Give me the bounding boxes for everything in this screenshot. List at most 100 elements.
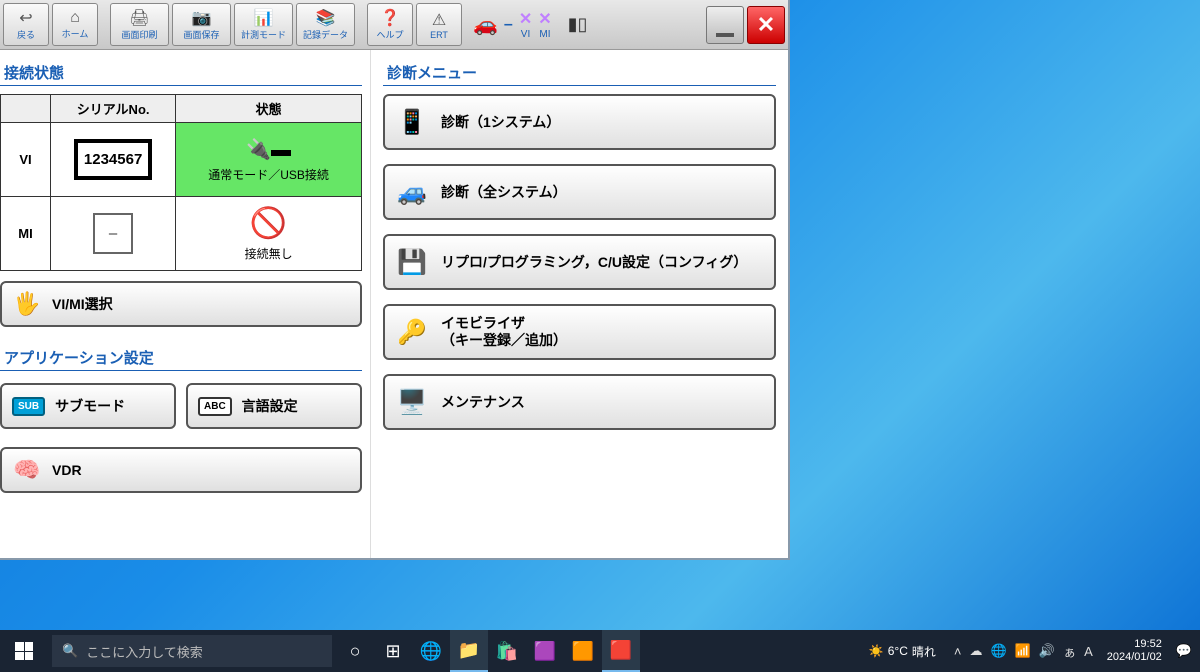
- diag-app-taskbar-icon[interactable]: 🟥: [602, 630, 640, 672]
- system-tray: ☀️ 6°C 晴れ ˄ ☁ 🌐 📶 🔊 ぁ A 19:52 2024/01/02…: [861, 638, 1200, 664]
- weather-widget[interactable]: ☀️ 6°C 晴れ: [869, 643, 936, 660]
- tray-network-icon[interactable]: 🌐: [991, 643, 1007, 659]
- diag-menu-title: 診断メニュー: [383, 60, 776, 86]
- taskbar-search[interactable]: 🔍 ここに入力して検索: [52, 635, 332, 667]
- back-label: 戻る: [17, 28, 35, 41]
- ert-label: ERT: [430, 30, 448, 40]
- sub-mode-button[interactable]: SUB サブモード: [0, 383, 176, 429]
- close-button[interactable]: ✕: [747, 6, 785, 44]
- windows-logo-icon: [15, 642, 33, 660]
- app2-icon[interactable]: 🟧: [564, 630, 602, 672]
- mi-row-label: MI: [1, 197, 51, 271]
- brain-icon: 🧠: [12, 457, 42, 483]
- conn-th-serial: シリアルNo.: [51, 95, 176, 123]
- help-icon: ❓: [380, 8, 400, 28]
- measure-label: 計測モード: [241, 28, 286, 41]
- usb-icon: 🔌▬: [180, 137, 357, 162]
- abc-badge-icon: ABC: [198, 397, 232, 416]
- tray-wifi-icon[interactable]: 📶: [1015, 643, 1031, 659]
- print-label: 画面印刷: [121, 28, 157, 41]
- repro-button[interactable]: 💾 リプロ/プログラミング，C/U設定（コンフィグ）: [383, 234, 776, 290]
- home-label: ホーム: [62, 27, 89, 40]
- ert-button[interactable]: ⚠ ERT: [416, 3, 462, 46]
- edge-icon[interactable]: 🌐: [412, 630, 450, 672]
- car-icon: 🚗: [473, 12, 498, 37]
- record-data-button[interactable]: 📚 記録データ: [296, 3, 355, 46]
- mi-serial-cell: –: [51, 197, 176, 271]
- vi-row-label: VI: [1, 123, 51, 197]
- key-icon: 🔑: [395, 318, 429, 347]
- mi-x-icon: ✕: [538, 9, 551, 29]
- phone-icon: 📱: [395, 108, 429, 137]
- home-icon: ⌂: [70, 9, 80, 27]
- diag-one-system-button[interactable]: 📱 診断（1システム）: [383, 94, 776, 150]
- camera-icon: 📷: [192, 8, 212, 28]
- help-button[interactable]: ❓ ヘルプ: [367, 3, 413, 46]
- diagnostic-app-window: ↩ 戻る ⌂ ホーム 🖨 画面印刷 📷 画面保存 📊 計測モード 📚 記録データ…: [0, 0, 790, 560]
- car-dash: –: [504, 16, 513, 34]
- toolbar: ↩ 戻る ⌂ ホーム 🖨 画面印刷 📷 画面保存 📊 計測モード 📚 記録データ…: [0, 0, 788, 50]
- minimize-icon: [716, 33, 734, 37]
- save-label: 画面保存: [183, 28, 219, 41]
- back-icon: ↩: [19, 8, 32, 28]
- tray-onedrive-icon[interactable]: ☁: [970, 643, 983, 659]
- battery-icon: ▮▯: [568, 14, 588, 35]
- language-button[interactable]: ABC 言語設定: [186, 383, 362, 429]
- close-icon: ✕: [757, 12, 775, 38]
- tray-ime-mode[interactable]: A: [1084, 644, 1093, 659]
- vi-serial-value: 1234567: [74, 139, 152, 180]
- tray-volume-icon[interactable]: 🔊: [1039, 643, 1055, 659]
- tray-chevron-icon[interactable]: ˄: [954, 644, 962, 659]
- conn-th-blank: [1, 95, 51, 123]
- vdr-label: VDR: [52, 462, 82, 478]
- help-label: ヘルプ: [376, 28, 403, 41]
- diag-all-label: 診断（全システム）: [441, 184, 567, 201]
- taskview-icon[interactable]: ⊞: [374, 630, 412, 672]
- save-screen-button[interactable]: 📷 画面保存: [172, 3, 231, 46]
- app1-icon[interactable]: 🟪: [526, 630, 564, 672]
- connection-status-icons: 🚗 – ✕ VI ✕ MI ▮▯: [465, 3, 595, 46]
- no-connection-icon: 🚫: [180, 206, 357, 241]
- cortana-icon[interactable]: ○: [336, 630, 374, 672]
- measure-mode-button[interactable]: 📊 計測モード: [234, 3, 293, 46]
- car-diag-icon: 🚙: [395, 178, 429, 207]
- search-placeholder: ここに入力して検索: [86, 642, 203, 661]
- print-button[interactable]: 🖨 画面印刷: [110, 3, 169, 46]
- diag-all-system-button[interactable]: 🚙 診断（全システム）: [383, 164, 776, 220]
- immobilizer-label: イモビライザ （キー登録／追加）: [441, 315, 567, 349]
- chip-icon: 💾: [395, 248, 429, 277]
- record-icon: 📚: [316, 8, 336, 28]
- taskbar-clock[interactable]: 19:52 2024/01/02: [1107, 638, 1162, 664]
- explorer-icon[interactable]: 📁: [450, 630, 488, 672]
- record-label: 記録データ: [303, 28, 348, 41]
- back-button[interactable]: ↩ 戻る: [3, 3, 49, 46]
- windows-taskbar: 🔍 ここに入力して検索 ○ ⊞ 🌐 📁 🛍️ 🟪 🟧 🟥 ☀️ 6°C 晴れ ˄…: [0, 630, 1200, 672]
- diag-one-label: 診断（1システム）: [441, 114, 560, 131]
- taskbar-pinned: ○ ⊞ 🌐 📁 🛍️ 🟪 🟧 🟥: [336, 630, 640, 672]
- vdr-button[interactable]: 🧠 VDR: [0, 447, 362, 493]
- immobilizer-button[interactable]: 🔑 イモビライザ （キー登録／追加）: [383, 304, 776, 360]
- clock-time: 19:52: [1107, 638, 1162, 651]
- start-button[interactable]: [0, 630, 48, 672]
- notifications-icon[interactable]: 💬: [1176, 643, 1192, 659]
- vi-status-text: 通常モード／USB接続: [180, 166, 357, 183]
- vi-mi-select-button[interactable]: 🖐️ VI/MI選択: [0, 281, 362, 327]
- connection-section-title: 接続状態: [0, 60, 362, 86]
- mi-serial-value: –: [93, 213, 133, 254]
- vi-mi-select-label: VI/MI選択: [52, 294, 113, 314]
- cursor-hand-icon: 🖐️: [12, 291, 42, 317]
- conn-row-vi: VI 1234567 🔌▬ 通常モード／USB接続: [1, 123, 362, 197]
- mi-status-label: MI: [538, 29, 551, 40]
- weather-temp: 6°C: [888, 644, 908, 658]
- warning-icon: ⚠: [432, 10, 446, 30]
- minimize-button[interactable]: [706, 6, 744, 44]
- vi-serial-cell: 1234567: [51, 123, 176, 197]
- tray-ime-icon[interactable]: ぁ: [1063, 642, 1076, 661]
- home-button[interactable]: ⌂ ホーム: [52, 3, 98, 46]
- weather-text: 晴れ: [912, 643, 936, 660]
- sub-mode-label: サブモード: [55, 396, 125, 416]
- vi-x-icon: ✕: [519, 9, 532, 29]
- weather-icon: ☀️: [869, 644, 884, 658]
- store-icon[interactable]: 🛍️: [488, 630, 526, 672]
- maintenance-button[interactable]: 🖥️ メンテナンス: [383, 374, 776, 430]
